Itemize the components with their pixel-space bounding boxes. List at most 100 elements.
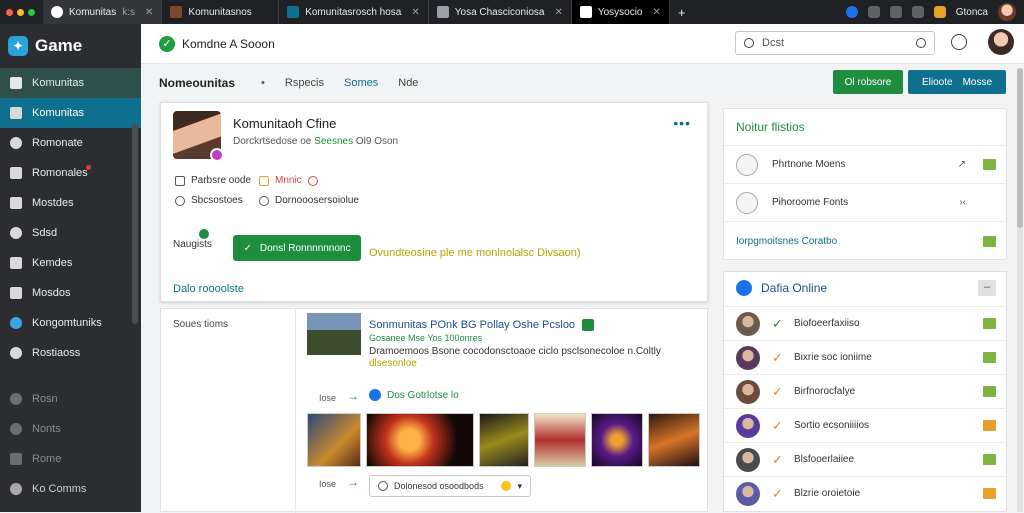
sidebar-item-label: Mosdos <box>32 287 71 299</box>
sidebar-item-rostiaoss[interactable]: Rostiaoss <box>0 338 141 368</box>
browser-tab-3[interactable]: Komunitasrosch hosa ✕ <box>279 0 429 24</box>
sidebar-item-sdsd[interactable]: Sdsd <box>0 218 141 248</box>
profile-action-button[interactable]: ✓ Donsl Ronnnnnnonc <box>233 235 361 261</box>
option-radio[interactable]: Sbcsostoes <box>175 195 243 206</box>
gallery-image[interactable] <box>479 413 529 467</box>
profile-name[interactable]: Gtonca <box>956 7 988 18</box>
user-avatar[interactable] <box>988 29 1014 55</box>
sidebar-item-rome[interactable]: Rome <box>0 444 141 474</box>
status-check-icon[interactable] <box>983 236 996 247</box>
scrollbar-thumb[interactable] <box>1017 68 1023 228</box>
search-input[interactable]: Dcst <box>735 31 935 55</box>
gallery-image[interactable] <box>591 413 643 467</box>
sidebar-item-kemdes[interactable]: Kemdes <box>0 248 141 278</box>
close-tab-icon[interactable]: ✕ <box>554 7 562 18</box>
button-label: Elioote <box>921 76 953 88</box>
voice-search-icon[interactable] <box>916 38 926 48</box>
status-ring-icon <box>307 175 318 186</box>
online-user-row[interactable]: ✓ Sortio ecsoniiiios <box>724 408 1008 442</box>
status-icon[interactable] <box>983 386 996 397</box>
minimize-button[interactable]: – <box>978 280 996 296</box>
status-check-icon[interactable] <box>983 159 996 170</box>
option-radio[interactable]: Dornooosersoiolue <box>259 195 359 206</box>
sidebar-item-kongomtuniks[interactable]: Kongomtuniks <box>0 308 141 338</box>
status-icon[interactable] <box>983 488 996 499</box>
sidebar-item-komunitas[interactable]: Komunitas <box>0 68 141 98</box>
status-icon[interactable] <box>983 352 996 363</box>
gallery-image[interactable] <box>307 413 361 467</box>
online-user-row[interactable]: ✓ Blsfooerlaiiee <box>724 442 1008 476</box>
close-tab-icon[interactable]: ✕ <box>411 7 419 18</box>
chevron-down-icon[interactable]: ▾ <box>517 481 522 492</box>
profile-details-link[interactable]: Dalo roooolste <box>173 283 244 295</box>
post-title[interactable]: Sonmunitas POnk BG Pollay Oshe Pcsloo <box>369 319 595 332</box>
secondary-action-button[interactable]: Elioote Mosse <box>908 70 1006 94</box>
online-user-row[interactable]: ✓ Bixrie soc ioniime <box>724 340 1008 374</box>
status-icon[interactable] <box>983 420 996 431</box>
emoji-icon[interactable] <box>501 481 512 491</box>
sidebar-item-ko-comms[interactable]: Ko Comms <box>0 474 141 504</box>
brand[interactable]: ✦ Game <box>0 24 141 68</box>
new-tab-icon[interactable]: + <box>670 5 694 20</box>
online-user-row[interactable]: ✓ Biofoeerfaxiiso <box>724 306 1008 340</box>
post-description: Dramoemoos Bsone cocodonsctoaoe ciclo ps… <box>369 346 689 370</box>
comment-input[interactable]: Dolonesod osoodbods ▾ <box>369 475 531 497</box>
maximize-window-icon[interactable] <box>28 8 35 16</box>
post-desc-text: Dramoemoos Bsone cocodonsctoaoe ciclo ps… <box>369 346 661 357</box>
browser-tab-4[interactable]: Yosa Chasciconiosa ✕ <box>429 0 572 24</box>
sidebar-item-rosn[interactable]: Rosn <box>0 384 141 414</box>
profile-avatar[interactable] <box>173 111 224 162</box>
status-icon[interactable] <box>983 454 996 465</box>
sidebar-item-komunitas-active[interactable]: Komunitas <box>0 98 141 128</box>
close-tab-icon[interactable]: ✕ <box>653 7 661 18</box>
attach-icon[interactable] <box>378 481 388 491</box>
profile-avatar[interactable] <box>998 3 1016 21</box>
online-user-row[interactable]: ✓ Birfnorocfalye <box>724 374 1008 408</box>
navigation-label[interactable]: Naugists <box>173 229 212 250</box>
expand-icon[interactable]: ↗ <box>958 159 966 170</box>
minimize-window-icon[interactable] <box>17 8 24 16</box>
share-label[interactable]: Dos Gotrlotse lo <box>369 389 459 401</box>
arrow-right-icon[interactable]: → <box>347 389 359 403</box>
subnav-link-rspecis[interactable]: Rspecis <box>285 77 324 89</box>
online-user-row[interactable]: ✓ Blzrie oroietoie <box>724 476 1008 510</box>
browser-tab-1[interactable]: Komunitas k:s ✕ <box>43 0 163 24</box>
close-tab-icon[interactable]: ✕ <box>145 7 153 18</box>
feed-filter-label[interactable]: Soues tioms <box>173 319 228 330</box>
notifications-icon[interactable] <box>951 34 967 50</box>
browser-tab-5[interactable]: Yosysocio ✕ <box>571 0 670 24</box>
post-thumbnail[interactable] <box>307 313 361 355</box>
notifications-link[interactable]: Iorpgmoitsnes Coratbo <box>736 236 837 247</box>
option-checkbox[interactable]: Mnnic <box>259 175 318 186</box>
collapse-icon[interactable]: ›‹ <box>959 197 966 208</box>
gallery-image[interactable] <box>534 413 586 467</box>
extension-icon[interactable] <box>933 6 946 18</box>
subnav-link-somes[interactable]: Somes <box>344 77 378 89</box>
sidebar-item-romonales[interactable]: Romonales <box>0 158 141 188</box>
sidebar-item-mosdos[interactable]: Mosdos <box>0 278 141 308</box>
more-options-icon[interactable]: ••• <box>673 115 691 131</box>
option-checkbox[interactable]: Parbsre oode <box>175 175 251 186</box>
notification-item[interactable]: Phrtnone Moens ↗ <box>724 145 1008 183</box>
extension-icon[interactable] <box>867 6 880 18</box>
browser-tab-2[interactable]: Komunitasnos ✕ <box>162 0 280 24</box>
gallery-image[interactable] <box>366 413 474 467</box>
checkbox-icon <box>175 175 185 186</box>
arrow-right-icon[interactable]: → <box>347 475 359 489</box>
close-window-icon[interactable] <box>6 8 13 16</box>
extension-icon[interactable] <box>911 6 924 18</box>
primary-action-button[interactable]: Ol robsore <box>833 70 903 94</box>
gallery-image[interactable] <box>648 413 700 467</box>
sidebar-scrollbar[interactable] <box>132 124 138 324</box>
home-icon <box>10 453 22 465</box>
page-scrollbar[interactable] <box>1017 68 1023 512</box>
sidebar-item-mostdes[interactable]: Mostdes <box>0 188 141 218</box>
subnav-link-nde[interactable]: Nde <box>398 77 418 89</box>
extension-icon[interactable] <box>889 6 902 18</box>
sidebar-item-romonate[interactable]: Romonate <box>0 128 141 158</box>
extension-icon[interactable] <box>845 6 858 18</box>
notification-item[interactable]: Pihoroome Fonts ›‹ <box>724 183 1008 221</box>
sidebar-item-nonts[interactable]: Nonts <box>0 414 141 444</box>
status-icon[interactable] <box>983 318 996 329</box>
window-controls[interactable] <box>0 8 43 16</box>
